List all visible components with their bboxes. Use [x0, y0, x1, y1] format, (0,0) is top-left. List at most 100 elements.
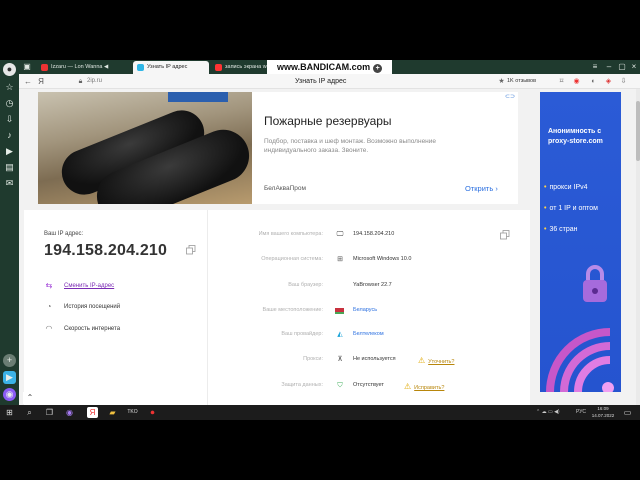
- ip-label: Ваш IP адрес:: [44, 231, 84, 237]
- detail-row-protection: Защита данных: ⛉ Отсутствует ⚠︎ Исправить…: [224, 382, 514, 392]
- new-tab-button[interactable]: +: [373, 64, 383, 73]
- detail-row-os: Операционная система: ⊞ Microsoft Window…: [224, 256, 514, 266]
- detail-value: Не используется: [353, 356, 396, 362]
- scrollbar-thumb[interactable]: [636, 101, 640, 161]
- tab-ip[interactable]: Узнать IP адрес: [133, 61, 209, 74]
- detail-value: Отсутствует: [353, 382, 384, 388]
- minimize-icon[interactable]: –: [603, 60, 615, 74]
- protection-fix-link[interactable]: ⚠︎ Исправить?: [404, 382, 444, 391]
- detail-row-proxy: Прокси: ⊼ Не используется ⚠︎ Уточнить?: [224, 356, 514, 366]
- banner-feature-text: от 1 IP и оптом: [549, 205, 598, 212]
- music-icon[interactable]: ♪: [3, 129, 16, 142]
- detail-key: Операционная система:: [261, 256, 323, 262]
- bullet-icon: •: [544, 226, 547, 233]
- clock[interactable]: 16:09 14.07.2022: [591, 406, 615, 419]
- banner-feature: • от 1 IP и оптом: [544, 205, 598, 212]
- history-icon: ◔: [46, 302, 52, 311]
- shield-icon: ⛉: [337, 382, 343, 389]
- bandicam-watermark: www.BANDICAM.com +: [267, 60, 392, 74]
- language-indicator[interactable]: РУС: [576, 405, 586, 420]
- search-icon[interactable]: ⌕: [24, 407, 35, 418]
- detail-value: YaBrowser 22.7: [353, 282, 392, 288]
- menu-icon[interactable]: ≡: [589, 60, 601, 74]
- ip-info-card: Ваш IP адрес: 194.158.204.210 ⇆ Сменить …: [24, 210, 530, 405]
- alice-icon[interactable]: ◉: [3, 388, 16, 401]
- close-icon[interactable]: ×: [628, 60, 640, 74]
- download-icon[interactable]: ⇩: [3, 113, 16, 126]
- scrollbar[interactable]: [636, 89, 640, 405]
- banner-feature-text: прокси IPv4: [549, 184, 588, 191]
- copy-icon[interactable]: [500, 230, 510, 240]
- detail-key: Защита данных:: [281, 382, 323, 388]
- banner-title: Анонимность с proxy-store.com: [548, 128, 603, 145]
- ad-open-link[interactable]: Открить ›: [465, 184, 498, 193]
- record-icon[interactable]: ⏺: [147, 407, 158, 418]
- vpn-icon[interactable]: ◐: [589, 77, 598, 86]
- extension-icon[interactable]: ◉: [572, 77, 581, 86]
- history-icon[interactable]: ◷: [3, 97, 16, 110]
- taskbar: ⊞ ⌕ ❐ ◉ Я ▰ TKO ⏺ ⌃ ☁ ▭ ◀) РУС 16:09 14.…: [0, 405, 640, 420]
- app-icon[interactable]: ▶: [3, 371, 16, 384]
- tab-menu-icon[interactable]: ▣: [21, 60, 33, 74]
- tab-search[interactable]: запись экрана win: [211, 61, 271, 74]
- ad-title[interactable]: Пожарные резервуары: [264, 114, 392, 128]
- ad-info-icon[interactable]: ⊂⊃: [505, 93, 515, 100]
- action-label: История посещений: [64, 304, 121, 310]
- warning-icon: ⚠︎: [418, 356, 426, 365]
- alice-icon[interactable]: ◉: [64, 407, 75, 418]
- avatar-icon[interactable]: ●: [3, 63, 16, 76]
- tab-video[interactable]: Izzaru — Lon Wanna ◀: [37, 61, 133, 74]
- bookmark-icon[interactable]: ⌑: [557, 77, 566, 86]
- ad-brand: БелАкваПром: [264, 185, 307, 192]
- clock-date: 14.07.2022: [591, 412, 615, 418]
- banner-feature: • 36 стран: [544, 226, 578, 233]
- scroll-up-button[interactable]: ⌃: [23, 392, 37, 404]
- detail-key: Ваш провайдер:: [281, 331, 323, 337]
- yandex-home-icon[interactable]: Я: [36, 75, 46, 88]
- speedtest-link[interactable]: ◠ Скорость интернета: [44, 324, 121, 333]
- messenger-icon[interactable]: ✉: [3, 177, 16, 190]
- tab-label: запись экрана win: [225, 64, 271, 70]
- copy-icon[interactable]: [186, 245, 196, 255]
- detail-row-location: Ваше местоположение: Беларусь: [224, 307, 514, 317]
- history-link[interactable]: ◔ История посещений: [44, 302, 121, 311]
- detail-value: Microsoft Windows 10.0: [353, 256, 412, 262]
- notes-icon[interactable]: ▤: [3, 161, 16, 174]
- change-ip-link[interactable]: ⇆ Сменить IP-адрес: [44, 281, 115, 290]
- warn-label: Уточнить?: [428, 359, 455, 365]
- proxy-check-link[interactable]: ⚠︎ Уточнить?: [418, 356, 454, 365]
- maximize-icon[interactable]: ▢: [616, 60, 628, 74]
- star-icon[interactable]: ★: [497, 77, 506, 86]
- ad-photo: [38, 92, 252, 204]
- bookmark-icon[interactable]: ☆: [3, 81, 16, 94]
- yandex-icon: [215, 64, 222, 71]
- banner-feature-text: 36 стран: [549, 226, 578, 233]
- location-link[interactable]: Беларусь: [353, 307, 377, 313]
- 2ip-icon: [137, 64, 144, 71]
- notifications-icon[interactable]: ▭: [622, 407, 633, 418]
- folder-icon[interactable]: ▰: [107, 407, 118, 418]
- back-icon[interactable]: ←: [23, 75, 33, 88]
- proxy-banner[interactable]: Анонимность с proxy-store.com • прокси IP…: [540, 92, 621, 392]
- ip-value[interactable]: 194.158.204.210: [44, 242, 167, 260]
- page-title[interactable]: Узнать IP адрес: [295, 74, 346, 89]
- windows-icon: ⊞: [337, 256, 343, 263]
- tray-icons[interactable]: ⌃ ☁ ▭ ◀): [536, 405, 560, 420]
- windows-start-icon[interactable]: ⊞: [4, 407, 15, 418]
- app-badge[interactable]: TKO: [127, 407, 138, 418]
- detail-key: Ваш браузер:: [288, 282, 323, 288]
- lock-icon[interactable]: 🔒︎: [76, 77, 85, 86]
- yandex-browser-icon[interactable]: Я: [87, 407, 98, 418]
- detail-row-browser: Ваш браузер: YaBrowser 22.7: [224, 282, 514, 292]
- provider-link[interactable]: Белтелеком: [353, 331, 384, 337]
- url-domain[interactable]: 2ip.ru: [87, 74, 102, 89]
- download-icon[interactable]: ⇩: [619, 77, 628, 86]
- extension-2-icon[interactable]: ◈: [604, 77, 613, 86]
- reviews-badge[interactable]: 1K отзывов: [507, 74, 536, 89]
- ad-block[interactable]: ⊂⊃ Пожарные резервуары Подбор, поставка …: [38, 92, 518, 204]
- padlock-icon: [583, 265, 607, 302]
- add-icon[interactable]: +: [3, 354, 16, 367]
- video-icon[interactable]: ▶: [3, 145, 16, 158]
- task-view-icon[interactable]: ❐: [44, 407, 55, 418]
- bandicam-text: www.BANDICAM.com: [277, 62, 371, 72]
